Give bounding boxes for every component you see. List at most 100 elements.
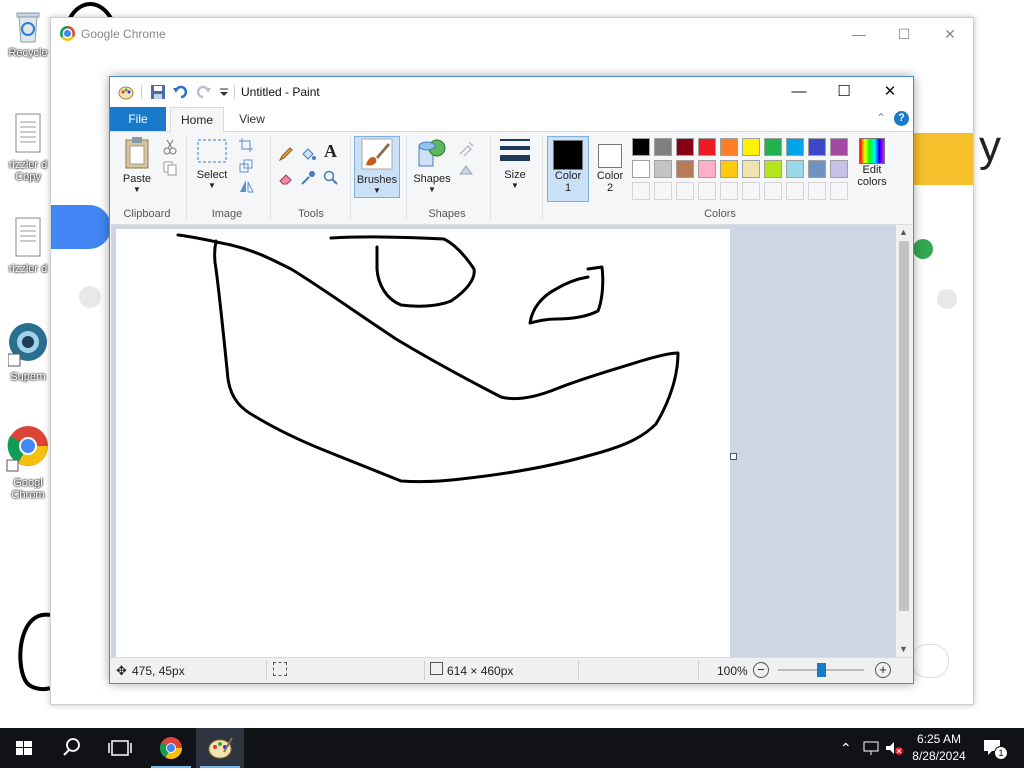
color-swatch[interactable] <box>698 160 716 178</box>
titlebar-separator <box>141 85 142 99</box>
paint-app-icon[interactable] <box>118 84 134 100</box>
chrome-minimize-button[interactable]: — <box>836 24 882 44</box>
zoom-slider-track[interactable] <box>778 663 864 677</box>
fill-icon[interactable] <box>300 146 316 162</box>
color-swatch[interactable] <box>720 138 738 156</box>
paint-titlebar[interactable]: Untitled - Paint — ☐ ✕ <box>110 77 913 107</box>
custom-color-slot[interactable] <box>654 182 672 200</box>
crop-icon[interactable] <box>238 137 254 153</box>
collapse-ribbon-icon[interactable]: ⌃ <box>876 111 886 125</box>
task-view-button[interactable] <box>96 728 144 768</box>
taskbar-paint[interactable] <box>196 728 244 768</box>
customize-toolbar-icon[interactable] <box>216 84 232 100</box>
custom-color-slot[interactable] <box>764 182 782 200</box>
canvas-area[interactable] <box>111 225 896 657</box>
tab-home[interactable]: Home <box>170 107 224 133</box>
color-swatch[interactable] <box>632 138 650 156</box>
zoom-in-button[interactable]: + <box>875 662 891 678</box>
tab-file[interactable]: File <box>110 107 166 131</box>
color-swatch[interactable] <box>742 160 760 178</box>
desktop-icon-file[interactable]: rizzler d <box>2 216 54 275</box>
copy-icon[interactable] <box>162 160 178 176</box>
desktop-icon-supermium[interactable]: Supern <box>2 318 54 383</box>
show-hidden-icons-icon[interactable]: ⌃ <box>840 740 852 757</box>
select-button[interactable]: Select ▼ <box>192 136 232 198</box>
fill-shape-icon[interactable] <box>458 162 474 178</box>
color-swatch[interactable] <box>720 160 738 178</box>
custom-color-slot[interactable] <box>698 182 716 200</box>
color-swatch[interactable] <box>698 138 716 156</box>
color-picker-icon[interactable] <box>300 170 316 186</box>
resize-icon[interactable] <box>238 158 254 174</box>
taskbar-chrome[interactable] <box>147 728 195 768</box>
chrome-maximize-button[interactable]: ☐ <box>881 24 927 44</box>
save-icon[interactable] <box>150 84 166 100</box>
network-icon[interactable] <box>862 740 880 756</box>
desktop-icon-google-chrome[interactable]: Googl Chrom <box>2 422 54 501</box>
undo-icon[interactable] <box>173 84 189 100</box>
redo-icon[interactable] <box>195 84 211 100</box>
paste-button[interactable]: Paste ▼ <box>116 136 158 198</box>
zoom-slider-thumb[interactable] <box>816 663 826 677</box>
drawing-canvas[interactable] <box>116 229 730 657</box>
edit-colors-button[interactable]: Edit colors <box>852 136 892 202</box>
custom-color-slot[interactable] <box>742 182 760 200</box>
color-swatch[interactable] <box>764 160 782 178</box>
scroll-up-icon[interactable]: ▲ <box>899 227 908 237</box>
ribbon-separator <box>270 136 271 220</box>
paint-window[interactable]: Untitled - Paint — ☐ ✕ File Home View ⌃ … <box>109 76 914 684</box>
magnifier-icon[interactable] <box>323 170 339 186</box>
paint-maximize-button[interactable]: ☐ <box>821 81 867 103</box>
color2-button[interactable]: Color 2 <box>590 136 630 202</box>
chrome-button-edge[interactable] <box>911 644 949 678</box>
color-swatch[interactable] <box>654 138 672 156</box>
paint-minimize-button[interactable]: — <box>776 81 822 103</box>
notifications-button[interactable]: 1 <box>982 738 1008 760</box>
shapes-button[interactable]: Shapes ▼ <box>410 136 454 198</box>
clock-time[interactable]: 6:25 AM <box>908 732 970 746</box>
color-swatch[interactable] <box>742 138 760 156</box>
custom-color-slot[interactable] <box>632 182 650 200</box>
color1-button[interactable]: Color 1 <box>547 136 589 202</box>
color-swatch[interactable] <box>632 160 650 178</box>
custom-color-slot[interactable] <box>830 182 848 200</box>
pencil-icon[interactable] <box>278 146 294 162</box>
vertical-scrollbar[interactable]: ▲ ▼ <box>896 225 912 657</box>
color-swatch[interactable] <box>808 160 826 178</box>
color-swatch[interactable] <box>808 138 826 156</box>
custom-color-slot[interactable] <box>808 182 826 200</box>
size-label: Size <box>504 169 526 181</box>
custom-color-slot[interactable] <box>786 182 804 200</box>
canvas-resize-handle[interactable] <box>730 453 737 460</box>
desktop-icon-recycle-bin[interactable]: Recycle <box>2 8 54 59</box>
outline-icon[interactable] <box>458 140 474 156</box>
color-swatch[interactable] <box>654 160 672 178</box>
paint-close-button[interactable]: ✕ <box>867 81 913 103</box>
color-swatch[interactable] <box>676 160 694 178</box>
clock-date[interactable]: 8/28/2024 <box>908 749 970 763</box>
eraser-icon[interactable] <box>278 170 294 186</box>
zoom-out-button[interactable]: − <box>753 662 769 678</box>
color-swatch[interactable] <box>830 160 848 178</box>
text-tool-icon[interactable]: A <box>324 141 337 162</box>
start-button[interactable] <box>0 728 48 768</box>
custom-color-slot[interactable] <box>720 182 738 200</box>
color-swatch[interactable] <box>830 138 848 156</box>
rotate-icon[interactable] <box>238 178 254 194</box>
scrollbar-thumb[interactable] <box>899 241 909 611</box>
volume-muted-icon[interactable] <box>884 740 904 756</box>
search-button[interactable] <box>48 728 96 768</box>
help-icon[interactable]: ? <box>894 111 909 126</box>
scroll-down-icon[interactable]: ▼ <box>899 644 908 654</box>
color-swatch[interactable] <box>786 138 804 156</box>
brushes-button[interactable]: Brushes ▼ <box>354 136 400 198</box>
color-swatch[interactable] <box>676 138 694 156</box>
color-swatch[interactable] <box>786 160 804 178</box>
custom-color-slot[interactable] <box>676 182 694 200</box>
desktop-icon-file-copy[interactable]: rizzler d Copy <box>2 112 54 183</box>
size-button[interactable]: Size ▼ <box>494 136 536 198</box>
chrome-close-button[interactable]: ✕ <box>927 24 973 44</box>
tab-view[interactable]: View <box>230 107 274 131</box>
color-swatch[interactable] <box>764 138 782 156</box>
cut-icon[interactable] <box>162 139 178 155</box>
